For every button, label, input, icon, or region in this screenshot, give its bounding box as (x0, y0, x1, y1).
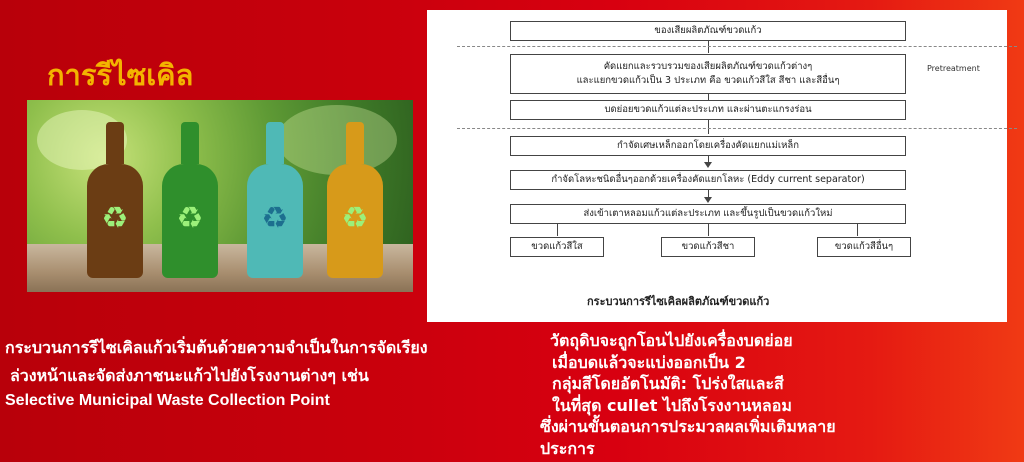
left-line-1: กระบวนการรีไซเคิลแก้วเริ่มต้นด้วยความจำเ… (5, 338, 428, 357)
step-sort-line2: และแยกขวดแก้วเป็น 3 ประเภท คือ ขวดแก้วสี… (576, 75, 840, 86)
recycle-icon: ♻ (101, 201, 129, 236)
step-sort-collect: คัดแยกและรวบรวมของเสียผลิตภัณฑ์ขวดแก้วต่… (510, 54, 906, 94)
output-other-color-bottle: ขวดแก้วสีอื่นๆ (817, 237, 911, 257)
right-line-6: ประการ (540, 438, 595, 458)
step-magnetic-separation: กำจัดเศษเหล็กออกโดยเครื่องคัดแยกแม่เหล็ก (510, 136, 906, 156)
right-line-4: ในที่สุด cullet ไปถึงโรงงานหลอม (552, 395, 792, 415)
diagram-caption: กระบวนการรีไซเคิลผลิตภัณฑ์ขวดแก้ว (587, 295, 770, 308)
teal-bottle: ♻ (247, 122, 303, 278)
amber-bottle: ♻ (327, 122, 383, 278)
left-line-3: Selective Municipal Waste Collection Poi… (5, 392, 330, 409)
step-crush-screen: บดย่อยขวดแก้วแต่ละประเภท และผ่านตะแกรงร่… (510, 100, 906, 120)
green-bottle: ♻ (162, 122, 218, 278)
recycle-icon: ♻ (341, 201, 369, 236)
brown-bottle: ♻ (87, 122, 143, 278)
recycle-icon: ♻ (176, 201, 204, 236)
right-line-2: เมื่อบดแล้วจะแบ่งออกเป็น 2 (552, 352, 746, 372)
left-description: กระบวนการรีไซเคิลแก้วเริ่มต้นด้วยความจำเ… (5, 334, 475, 412)
slide-title: การรีไซเคิล (47, 58, 194, 92)
output-clear-bottle: ขวดแก้วสีใส (510, 237, 604, 257)
left-line-2: ล่วงหน้าและจัดส่งภาชนะแก้วไปยังโรงงานต่า… (10, 366, 369, 385)
bottles-photo: ♻ ♻ ♻ ♻ (27, 100, 413, 292)
output-amber-bottle: ขวดแก้วสีชา (661, 237, 755, 257)
step-glass-waste: ของเสียผลิตภัณฑ์ขวดแก้ว (510, 21, 906, 41)
pretreatment-label: Pretreatment (927, 64, 980, 73)
step-eddy-current-separation: กำจัดโลหะชนิดอื่นๆออกด้วยเครื่องคัดแยกโล… (510, 170, 906, 190)
right-line-5: ซึ่งผ่านขั้นตอนการประมวลผลเพิ่มเติมหลาย (540, 417, 836, 436)
right-line-3: กลุ่มสีโดยอัตโนมัติ: โปร่งใสและสี (552, 374, 784, 393)
right-description: วัตถุดิบจะถูกโอนไปยังเครื่องบดย่อย เมื่อ… (540, 330, 836, 459)
step-melt-reform: ส่งเข้าเตาหลอมแก้วแต่ละประเภท และขึ้นรูป… (510, 204, 906, 224)
right-line-1: วัตถุดิบจะถูกโอนไปยังเครื่องบดย่อย (550, 331, 793, 350)
recycle-icon: ♻ (261, 201, 289, 236)
step-sort-line1: คัดแยกและรวบรวมของเสียผลิตภัณฑ์ขวดแก้วต่… (603, 61, 813, 72)
recycling-process-diagram: ของเสียผลิตภัณฑ์ขวดแก้ว คัดแยกและรวบรวมข… (427, 10, 1017, 322)
